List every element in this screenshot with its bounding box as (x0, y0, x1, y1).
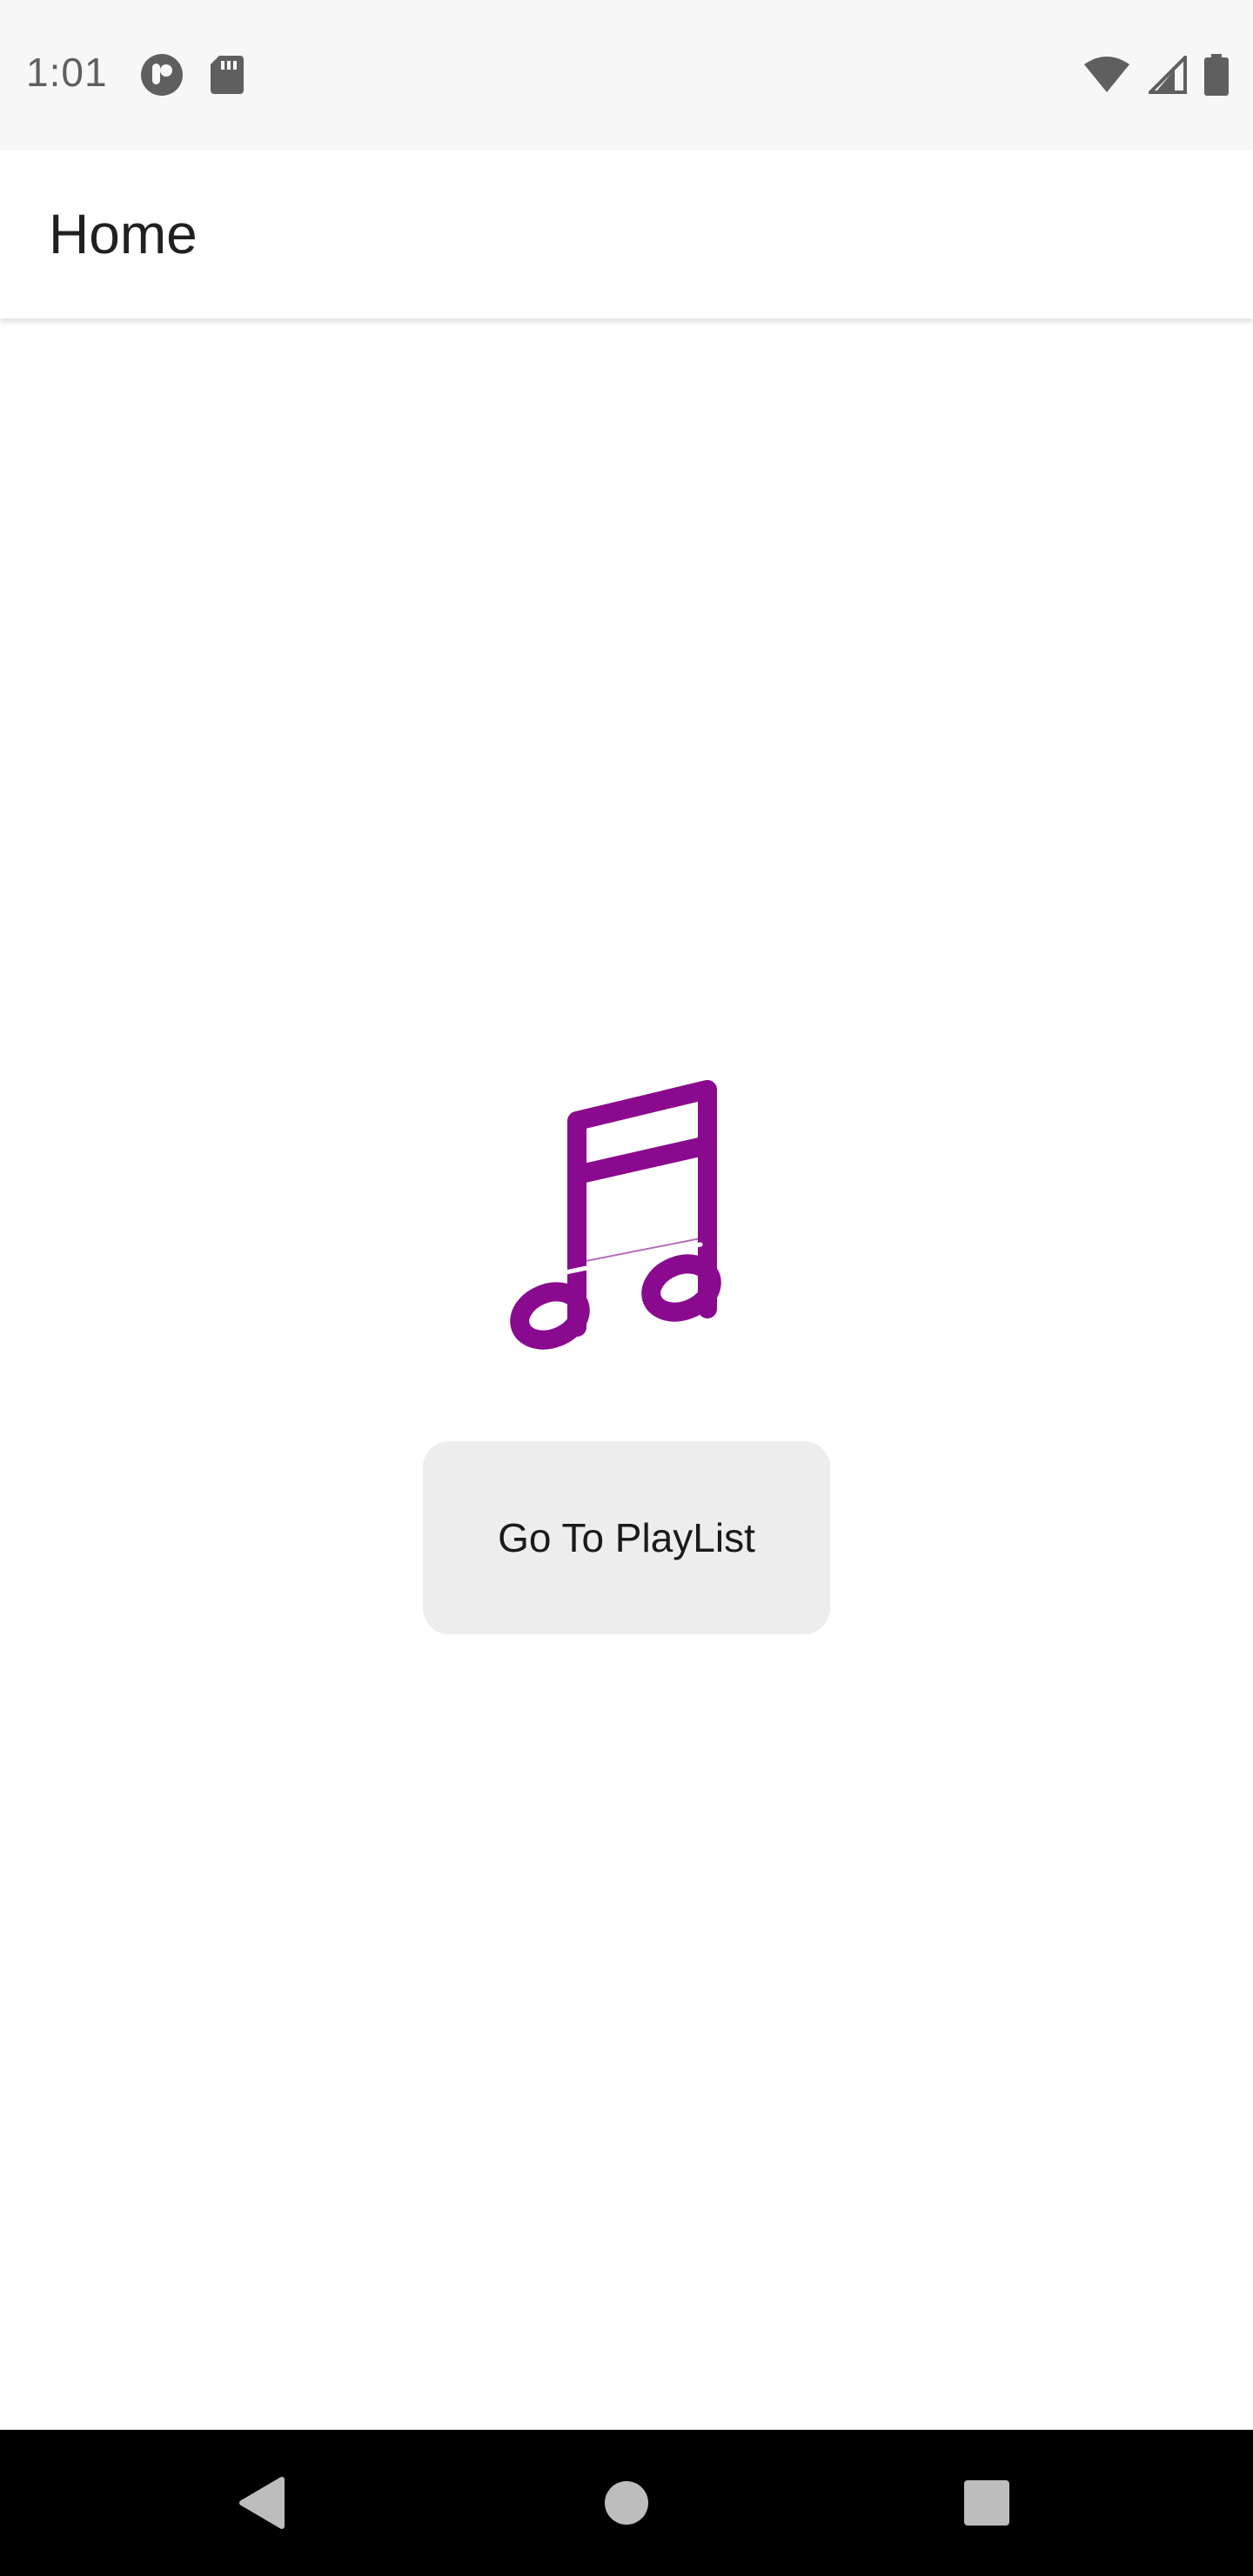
notification-app-icon (139, 52, 184, 97)
back-button[interactable] (191, 2430, 331, 2576)
wifi-icon (1082, 56, 1131, 94)
music-note-icon (505, 1079, 731, 1358)
recents-button[interactable] (917, 2430, 1056, 2576)
page-title: Home (49, 203, 198, 265)
cell-signal-icon (1149, 56, 1187, 94)
go-to-playlist-button[interactable]: Go To PlayList (423, 1441, 830, 1634)
home-icon (603, 2479, 650, 2526)
status-left-icons (139, 52, 245, 97)
status-right-icons (1082, 54, 1229, 96)
status-bar: 1:01 (0, 0, 1253, 150)
battery-icon (1204, 54, 1229, 96)
app-bar: Home (0, 150, 1253, 319)
sd-card-icon (209, 54, 245, 96)
status-time: 1:01 (26, 50, 108, 95)
screen: 1:01 Home Go To PlayList (0, 0, 1253, 2576)
home-button[interactable] (557, 2430, 696, 2576)
back-icon (237, 2476, 285, 2530)
navigation-bar (0, 2430, 1253, 2576)
recents-icon (963, 2479, 1010, 2526)
